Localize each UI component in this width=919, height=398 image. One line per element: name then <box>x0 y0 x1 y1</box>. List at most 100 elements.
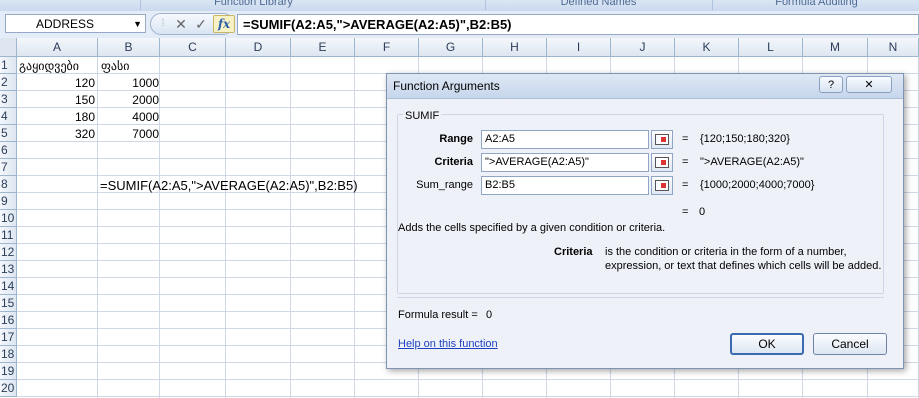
function-description: Adds the cells specified by a given cond… <box>398 222 666 234</box>
row-header-7[interactable]: 7 <box>0 159 17 176</box>
column-header-f[interactable]: F <box>355 38 419 57</box>
collapse-dialog-icon <box>655 180 669 191</box>
arg-label-sum-range: Sum_range <box>416 179 473 191</box>
sum-range-collapse-button[interactable] <box>651 176 673 195</box>
cell-b8-formula[interactable]: =SUMIF(A2:A5,">AVERAGE(A2:A5)",B2:B5) <box>100 177 358 194</box>
sum-range-eq: = <box>682 179 689 191</box>
dialog-title-bar[interactable]: Function Arguments ? ✕ <box>387 74 903 99</box>
row-header-14[interactable]: 14 <box>0 278 17 295</box>
row-header-2[interactable]: 2 <box>0 74 17 91</box>
row-header-10[interactable]: 10 <box>0 210 17 227</box>
cell-a2[interactable]: 120 <box>18 75 95 92</box>
criteria-eq: = <box>682 156 689 168</box>
cell-a3[interactable]: 150 <box>18 92 95 109</box>
row-header-9[interactable]: 9 <box>0 193 17 210</box>
help-icon[interactable]: ? <box>819 76 843 93</box>
sum-range-input[interactable]: B2:B5 <box>481 176 649 195</box>
name-box-value: ADDRESS <box>36 17 95 31</box>
formula-input[interactable]: =SUMIF(A2:A5,">AVERAGE(A2:A5)",B2:B5) <box>237 14 919 35</box>
row-gridline <box>17 379 919 380</box>
sum-range-result: {1000;2000;4000;7000} <box>700 179 815 191</box>
row-header-1[interactable]: 1 <box>0 57 17 74</box>
range-input[interactable]: A2:A5 <box>481 130 649 149</box>
help-on-function-link[interactable]: Help on this function <box>398 338 498 350</box>
formula-result-value: 0 <box>486 309 493 321</box>
formula-result-label: Formula result = <box>398 309 478 321</box>
range-collapse-button[interactable] <box>651 130 673 149</box>
criteria-collapse-button[interactable] <box>651 153 673 172</box>
cell-b3[interactable]: 2000 <box>98 92 159 109</box>
column-header-g[interactable]: G <box>419 38 483 57</box>
close-icon[interactable]: ✕ <box>846 76 892 93</box>
divider <box>397 297 884 298</box>
column-header-m[interactable]: M <box>803 38 868 57</box>
column-header-d[interactable]: D <box>226 38 291 57</box>
row-header-13[interactable]: 13 <box>0 261 17 278</box>
cell-b1[interactable]: ფასი <box>101 58 129 75</box>
row-header-20[interactable]: 20 <box>0 380 17 397</box>
column-header-a[interactable]: A <box>17 38 98 57</box>
column-header-n[interactable]: N <box>868 38 919 57</box>
row-header-15[interactable]: 15 <box>0 295 17 312</box>
column-header-l[interactable]: L <box>739 38 803 57</box>
column-header-e[interactable]: E <box>291 38 355 57</box>
insert-function-button[interactable]: fx <box>213 15 235 33</box>
cell-b2[interactable]: 1000 <box>98 75 159 92</box>
arg-label-range: Range <box>439 133 473 145</box>
formula-bar: ADDRESS ▼ ⁞ ✕ ✓ fx =SUMIF(A2:A5,">AVERAG… <box>0 11 919 39</box>
criteria-input[interactable]: ">AVERAGE(A2:A5)" <box>481 153 649 172</box>
row-header-19[interactable]: 19 <box>0 363 17 380</box>
column-header-j[interactable]: J <box>611 38 675 57</box>
select-all-corner[interactable] <box>0 38 17 57</box>
cell-a5[interactable]: 320 <box>18 126 95 143</box>
criteria-help-label: Criteria <box>554 246 593 258</box>
collapse-dialog-icon <box>655 134 669 145</box>
cancel-formula-button[interactable]: ✕ <box>171 15 191 33</box>
chevron-down-icon[interactable]: ▼ <box>133 15 142 33</box>
function-name: SUMIF <box>403 110 442 122</box>
row-header-6[interactable]: 6 <box>0 142 17 159</box>
column-gridline <box>290 57 291 398</box>
row-header-17[interactable]: 17 <box>0 329 17 346</box>
total-result: 0 <box>699 206 706 218</box>
cell-b4[interactable]: 4000 <box>98 109 159 126</box>
row-header-3[interactable]: 3 <box>0 91 17 108</box>
ribbon-group-formula-auditing[interactable]: Formula Auditing <box>712 0 919 10</box>
ribbon-group-function-library[interactable]: Function Library <box>140 0 366 10</box>
total-eq: = <box>682 206 689 218</box>
row-header-4[interactable]: 4 <box>0 108 17 125</box>
arg-label-criteria: Criteria <box>434 156 473 168</box>
cell-a4[interactable]: 180 <box>18 109 95 126</box>
formula-buttons: ⁞ ✕ ✓ fx <box>150 13 235 35</box>
ribbon-group-defined-names[interactable]: Defined Names <box>485 0 711 10</box>
row-header-12[interactable]: 12 <box>0 244 17 261</box>
column-gridline <box>354 57 355 398</box>
collapse-dialog-icon <box>655 157 669 168</box>
column-header-i[interactable]: I <box>547 38 611 57</box>
criteria-help-line-1: is the condition or criteria in the form… <box>605 246 847 258</box>
dialog-title: Function Arguments <box>393 79 500 93</box>
column-header-k[interactable]: K <box>675 38 739 57</box>
function-arguments-dialog: Function Arguments ? ✕ SUMIF Range A2:A5… <box>386 73 904 369</box>
cell-a1[interactable]: გაყიდვები <box>19 58 79 75</box>
criteria-help-line-2: expression, or text that defines which c… <box>605 260 882 272</box>
column-gridline <box>159 57 160 398</box>
range-result: {120;150;180;320} <box>700 133 790 145</box>
column-header-c[interactable]: C <box>160 38 226 57</box>
splitter-grip-icon[interactable]: ⁞ <box>153 15 173 33</box>
row-header-11[interactable]: 11 <box>0 227 17 244</box>
row-header-8[interactable]: 8 <box>0 176 17 193</box>
column-gridline <box>225 57 226 398</box>
range-eq: = <box>682 133 689 145</box>
cancel-button[interactable]: Cancel <box>813 333 887 355</box>
cell-b5[interactable]: 7000 <box>98 126 159 143</box>
name-box[interactable]: ADDRESS ▼ <box>5 14 146 33</box>
column-header-b[interactable]: B <box>98 38 160 57</box>
row-header-18[interactable]: 18 <box>0 346 17 363</box>
column-header-h[interactable]: H <box>483 38 547 57</box>
row-header-5[interactable]: 5 <box>0 125 17 142</box>
enter-formula-button[interactable]: ✓ <box>191 15 211 33</box>
row-header-16[interactable]: 16 <box>0 312 17 329</box>
ok-button[interactable]: OK <box>730 333 804 355</box>
row-gridline <box>17 396 919 397</box>
